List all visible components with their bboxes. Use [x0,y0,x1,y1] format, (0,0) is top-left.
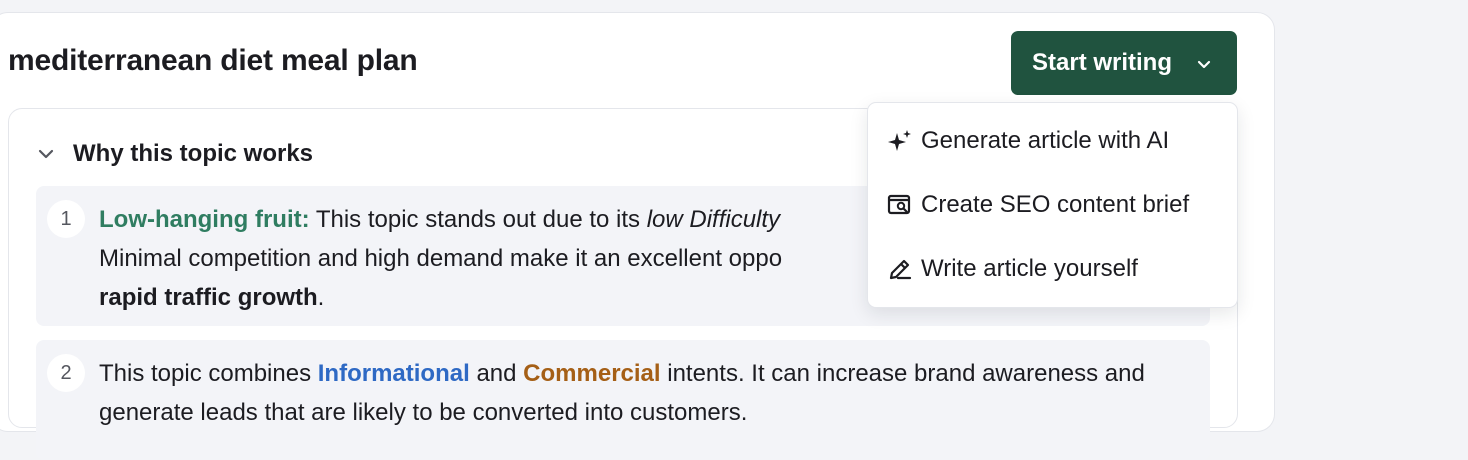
chevron-down-icon [38,149,54,159]
start-writing-label: Start writing [1032,49,1173,76]
menu-item-label: Create SEO content brief [921,191,1190,218]
reason-text-part: Minimal competition and high demand make… [99,245,783,272]
reason-text-part: and [469,360,524,387]
sparkles-icon [888,130,911,151]
reason-text-part: This topic stands out due to its [309,206,647,233]
page-title: mediterranean diet meal plan [8,44,418,77]
menu-item-label: Generate article with AI [921,127,1170,154]
start-writing-dropdown: Generate article with AI Create SEO cont… [867,102,1238,308]
reason-number: 2 [47,354,85,392]
document-search-icon [887,194,911,215]
why-topic-works-toggle[interactable]: Why this topic works [36,140,313,168]
pencil-icon [889,259,912,280]
section-title: Why this topic works [73,140,314,167]
reason-item: 2 This topic combines Informational and … [36,340,1210,460]
menu-item-label: Write article yourself [921,255,1138,282]
intent-informational: Informational [317,360,470,387]
write-article-yourself-item[interactable]: Write article yourself [868,237,1237,301]
start-writing-button[interactable]: Start writing [1011,31,1237,95]
reason-bold: rapid traffic growth [99,284,318,311]
reason-text-part: . [317,284,325,311]
reason-italic: low Difficulty [646,206,781,233]
generate-article-ai-item[interactable]: Generate article with AI [868,109,1237,173]
reason-number: 1 [47,200,85,238]
intent-commercial: Commercial [523,360,661,387]
create-seo-brief-item[interactable]: Create SEO content brief [868,173,1237,237]
reason-lead: Low-hanging fruit: [99,206,310,233]
reason-text-part: This topic combines [99,360,318,387]
chevron-down-icon [1197,60,1211,69]
reason-text: This topic combines Informational and Co… [99,354,1189,432]
